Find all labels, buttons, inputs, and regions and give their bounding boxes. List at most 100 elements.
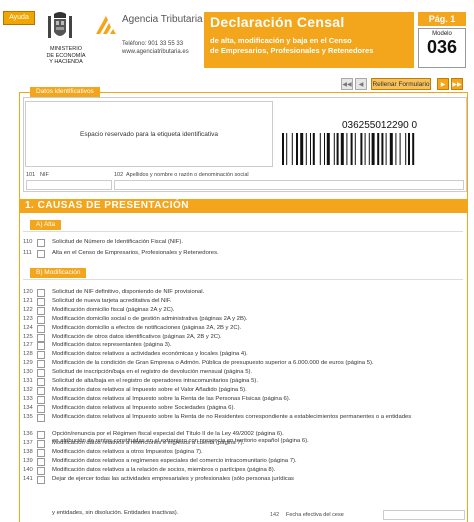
cause-checkbox[interactable] [37,342,45,351]
help-button[interactable]: Ayuda [3,11,35,25]
cease-date-field[interactable] [383,510,465,520]
cause-label: Dejar de ejercer todas las actividades e… [52,475,294,482]
cause-label: Modificación datos representantes (págin… [52,342,172,349]
cause-code: 130 [23,369,33,376]
cause-checkbox[interactable] [37,449,45,458]
cause-label: Modificación domicilio a efectos de noti… [52,324,242,331]
cause-code: 128 [23,351,33,358]
cause-code: 122 [23,306,33,313]
next-page-button[interactable]: ▶ [437,78,449,90]
cause-code: 133 [23,395,33,402]
row-141-continuation: y entidades, sin disolución. Entidades i… [52,510,179,516]
divider [23,231,463,232]
cause-code: 136 [23,431,33,438]
name-label: Apellidos y nombre o razón o denominació… [126,172,249,178]
cause-checkbox[interactable] [37,458,45,467]
cause-label: Modificación datos relativos al Impuesto… [52,413,412,420]
cause-checkbox[interactable] [37,333,45,342]
agency-name: Agencia Tributaria [122,14,203,25]
cause-code: 123 [23,315,33,322]
cause-code: 125 [23,333,33,340]
label-reserved-space: Espacio reservado para la etiqueta ident… [25,101,273,167]
cause-label: Modificación de otros datos identificati… [52,333,222,340]
cause-checkbox[interactable] [37,395,45,404]
model-box: Modelo 036 [418,28,466,68]
agency-logo-icon [96,16,116,34]
cease-date-code: 142 [270,512,280,518]
form-subtitle: de alta, modificación y baja en el Censo… [210,36,374,55]
cause-label: Modificación de la condición de Gran Emp… [52,360,374,367]
cease-date-label: Fecha efectiva del cese [286,512,344,518]
cause-code: 140 [23,467,33,473]
cause-checkbox[interactable] [37,475,45,484]
nif-code: 101 [26,172,36,178]
nif-field[interactable] [26,180,112,190]
name-code: 102 [114,172,124,178]
cause-code: 111 [23,250,32,256]
cause-checkbox[interactable] [37,413,45,422]
first-page-button[interactable]: ◀◀ [341,78,353,90]
cause-label: Opción/renuncia por el Régimen fiscal es… [52,431,284,438]
cause-label: Solicitud de alta/baja en el registro de… [52,378,258,384]
cause-checkbox[interactable] [37,360,45,369]
coat-of-arms-icon [48,12,72,38]
cause-code: 131 [23,378,33,384]
cause-checkbox[interactable] [37,351,45,360]
cause-code: 138 [23,449,33,456]
agency-phone: Teléfono: 901 33 55 33 [122,41,184,47]
cause-code: 141 [23,475,33,482]
agency-contact: Teléfono: 901 33 55 33 www.agenciatribut… [122,40,189,56]
cause-checkbox[interactable] [37,289,45,297]
cause-checkbox[interactable] [37,324,45,333]
cause-checkbox[interactable] [37,239,45,247]
cause-label: Alta en el Censo de Empresarios, Profesi… [52,250,219,256]
cause-code: 127 [23,342,33,349]
cause-checkbox[interactable] [37,440,45,449]
cause-code: 134 [23,404,33,411]
barcode-bars-icon [282,133,415,165]
tab-modificacion: B) Modificación [30,268,87,278]
cause-code: 120 [23,289,33,295]
cause-code: 121 [23,297,33,304]
cause-label: Modificación datos relativos a regímenes… [52,458,297,465]
cause-checkbox[interactable] [37,378,45,386]
cause-checkbox[interactable] [37,386,45,395]
cause-label: Modificación datos relativos al Impuesto… [52,404,236,411]
divider [23,279,463,280]
model-number: 036 [426,37,458,57]
name-field[interactable] [114,180,464,190]
last-page-button[interactable]: ▶▶ [451,78,463,90]
cause-label: Solicitud de inscripción/baja en el regi… [52,369,253,376]
cause-label: Modificación datos relativos al Impuesto… [52,386,247,393]
cause-label: Modificación datos relativos a actividad… [52,351,248,358]
cause-checkbox[interactable] [37,467,45,475]
fill-form-button[interactable]: Rellenar Formulario [371,78,431,90]
cause-code: 129 [23,360,33,367]
agency-website: www.agenciatributaria.es [122,49,189,55]
cause-checkbox[interactable] [37,404,45,413]
cause-checkbox[interactable] [37,369,45,378]
cause-label: Solicitud de nueva tarjeta acreditativa … [52,297,172,304]
cause-checkbox[interactable] [37,315,45,324]
cause-code: 124 [23,324,33,331]
cause-checkbox[interactable] [37,250,45,258]
form-title-box: Declaración Censal de alta, modificación… [204,12,414,68]
previous-page-button[interactable]: ◀ [355,78,367,90]
page-indicator: Pág. 1 [418,12,466,26]
cause-code: 139 [23,458,33,465]
cause-checkbox[interactable] [37,297,45,306]
tab-alta: A) Alta [30,220,62,230]
cause-label: Solicitud de Número de Identificación Fi… [52,239,183,245]
cause-label: Modificación domicilio fiscal (páginas 2… [52,306,175,313]
cause-label: Modificación datos relativos al Impuesto… [52,395,291,402]
cause-checkbox[interactable] [37,306,45,315]
cause-code: 137 [23,440,33,447]
cause-label: Modificación datos relativos a otros Imp… [52,449,203,456]
form-title: Declaración Censal [210,14,345,30]
tab-identification: Datos identificativos [30,87,100,97]
cause-label: Modificación datos relativos a la relaci… [52,467,276,473]
row-135-continuation: en atribución de rentas constituidas en … [52,438,309,444]
nif-label: NIF [40,172,49,178]
cause-label: Modificación domicilio social o de gesti… [52,315,248,322]
cause-checkbox[interactable] [37,431,45,440]
